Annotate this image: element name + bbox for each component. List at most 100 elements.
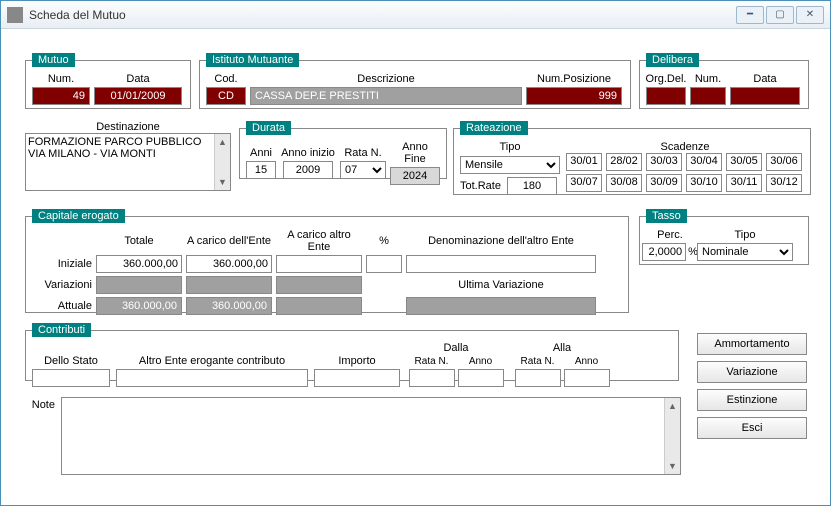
contributi-dalla-anno[interactable] [458, 369, 504, 387]
capitale-variazioni-label: Variazioni [32, 279, 92, 291]
istituto-cod: CD [206, 87, 246, 105]
scadenza-cell[interactable]: 30/08 [606, 174, 642, 192]
rateazione-scadenze-label: Scadenze [566, 141, 804, 153]
contributi-legend: Contributi [32, 323, 91, 337]
tasso-tipo[interactable]: Nominale [697, 243, 793, 261]
capitale-ultimavar [406, 297, 596, 315]
rateazione-totrate[interactable] [507, 177, 557, 195]
destinazione-text[interactable]: FORMAZIONE PARCO PUBBLICO VIA MILANO - V… [26, 134, 230, 162]
esci-button[interactable]: Esci [697, 417, 807, 439]
close-button[interactable]: ✕ [796, 6, 824, 24]
durata-anni[interactable] [246, 161, 276, 179]
capitale-attuale-tot: 360.000,00 [96, 297, 182, 315]
scadenza-cell[interactable]: 30/04 [686, 153, 722, 171]
istituto-descr: CASSA DEP.E PRESTITI [250, 87, 522, 105]
contributi-alla-label: Alla [553, 343, 571, 354]
capitale-denom-label: Denominazione dell'altro Ente [406, 235, 596, 247]
capitale-attuale-ente: 360.000,00 [186, 297, 272, 315]
scadenza-cell[interactable]: 30/10 [686, 174, 722, 192]
contributi-dalla-anno-label: Anno [469, 356, 492, 367]
scadenza-cell[interactable]: 30/01 [566, 153, 602, 171]
istituto-legend: Istituto Mutuante [206, 53, 299, 67]
delibera-num [690, 87, 726, 105]
scadenza-cell[interactable]: 30/07 [566, 174, 602, 192]
scadenza-cell[interactable]: 30/11 [726, 174, 762, 192]
scadenza-cell[interactable]: 30/06 [766, 153, 802, 171]
mutuo-num-label: Num. [48, 73, 74, 85]
durata-ratan[interactable]: 07 [340, 161, 386, 179]
durata-annoinizio[interactable] [283, 161, 333, 179]
scadenza-cell[interactable]: 30/12 [766, 174, 802, 192]
scadenza-cell[interactable]: 30/03 [646, 153, 682, 171]
capitale-var-tot [96, 276, 182, 294]
minimize-button[interactable]: ━ [736, 6, 764, 24]
delibera-org-label: Org.Del. [646, 73, 687, 85]
contributi-stato[interactable] [32, 369, 110, 387]
capitale-attuale-altro [276, 297, 362, 315]
scadenza-cell[interactable]: 28/02 [606, 153, 642, 171]
contributi-dalla-ratan-label: Rata N. [415, 356, 449, 367]
durata-group: Durata Anni Anno inizio Rata N. 07 Anno … [239, 121, 447, 179]
scroll-up-icon[interactable]: ▲ [665, 398, 680, 414]
durata-ratan-label: Rata N. [344, 147, 381, 159]
capitale-ultimavar-label: Ultima Variazione [406, 279, 596, 291]
capitale-iniziale-tot[interactable] [96, 255, 182, 273]
note-textarea[interactable] [62, 398, 664, 474]
durata-annofine-label: Anno Fine [390, 141, 440, 165]
mutuo-group: Mutuo Num. 49 Data 01/01/2009 [25, 53, 191, 109]
tasso-group: Tasso Perc. % Tipo Nominale [639, 209, 809, 265]
contributi-altroente[interactable] [116, 369, 308, 387]
scadenza-cell[interactable]: 30/05 [726, 153, 762, 171]
ammortamento-button[interactable]: Ammortamento [697, 333, 807, 355]
tasso-perc[interactable] [642, 243, 686, 261]
istituto-numpos: 999 [526, 87, 622, 105]
destinazione-scrollbar[interactable]: ▲ ▼ [214, 134, 230, 190]
contributi-alla-ratan[interactable] [515, 369, 561, 387]
capitale-legend: Capitale erogato [32, 209, 125, 223]
variazione-button[interactable]: Variazione [697, 361, 807, 383]
capitale-iniziale-ente[interactable] [186, 255, 272, 273]
scroll-down-icon[interactable]: ▼ [215, 174, 230, 190]
app-icon [7, 7, 23, 23]
durata-annofine: 2024 [390, 167, 440, 185]
destinazione-group: Destinazione FORMAZIONE PARCO PUBBLICO V… [25, 121, 231, 191]
contributi-alla-ratan-label: Rata N. [521, 356, 555, 367]
durata-legend: Durata [246, 121, 291, 135]
contributi-importo[interactable] [314, 369, 400, 387]
mutuo-num: 49 [32, 87, 90, 105]
mutuo-data-label: Data [126, 73, 149, 85]
durata-annoinizio-label: Anno inizio [281, 147, 335, 159]
rateazione-tipo-label: Tipo [460, 141, 560, 153]
rateazione-tipo[interactable]: Mensile [460, 156, 560, 174]
istituto-cod-label: Cod. [214, 73, 237, 85]
contributi-alla-anno[interactable] [564, 369, 610, 387]
delibera-legend: Delibera [646, 53, 699, 67]
contributi-dalla-label: Dalla [443, 343, 468, 354]
capitale-iniziale-altro[interactable] [276, 255, 362, 273]
maximize-button[interactable]: ▢ [766, 6, 794, 24]
scroll-up-icon[interactable]: ▲ [215, 134, 230, 150]
durata-anni-label: Anni [250, 147, 272, 159]
titlebar: Scheda del Mutuo ━ ▢ ✕ [1, 1, 830, 29]
contributi-stato-label: Dello Stato [44, 355, 98, 367]
estinzione-button[interactable]: Estinzione [697, 389, 807, 411]
capitale-totale-label: Totale [96, 235, 182, 247]
contributi-group: Contributi Dello Stato Altro Ente erogan… [25, 323, 679, 381]
istituto-group: Istituto Mutuante Cod. CD Descrizione CA… [199, 53, 631, 109]
capitale-iniziale-pct[interactable] [366, 255, 402, 273]
capitale-pct-label: % [366, 235, 402, 247]
destinazione-label: Destinazione [25, 121, 231, 133]
capitale-var-altro [276, 276, 362, 294]
scroll-down-icon[interactable]: ▼ [665, 458, 680, 474]
delibera-num-label: Num. [695, 73, 721, 85]
istituto-numpos-label: Num.Posizione [537, 73, 611, 85]
capitale-iniziale-denom[interactable] [406, 255, 596, 273]
note-scrollbar[interactable]: ▲ ▼ [664, 398, 680, 474]
mutuo-data: 01/01/2009 [94, 87, 182, 105]
window: Scheda del Mutuo ━ ▢ ✕ Mutuo Num. 49 Dat… [0, 0, 831, 506]
tasso-perc-label: Perc. [657, 229, 683, 241]
scadenza-cell[interactable]: 30/09 [646, 174, 682, 192]
rateazione-group: Rateazione Tipo Mensile Tot.Rate Scadenz… [453, 121, 811, 195]
contributi-dalla-ratan[interactable] [409, 369, 455, 387]
rateazione-legend: Rateazione [460, 121, 528, 135]
